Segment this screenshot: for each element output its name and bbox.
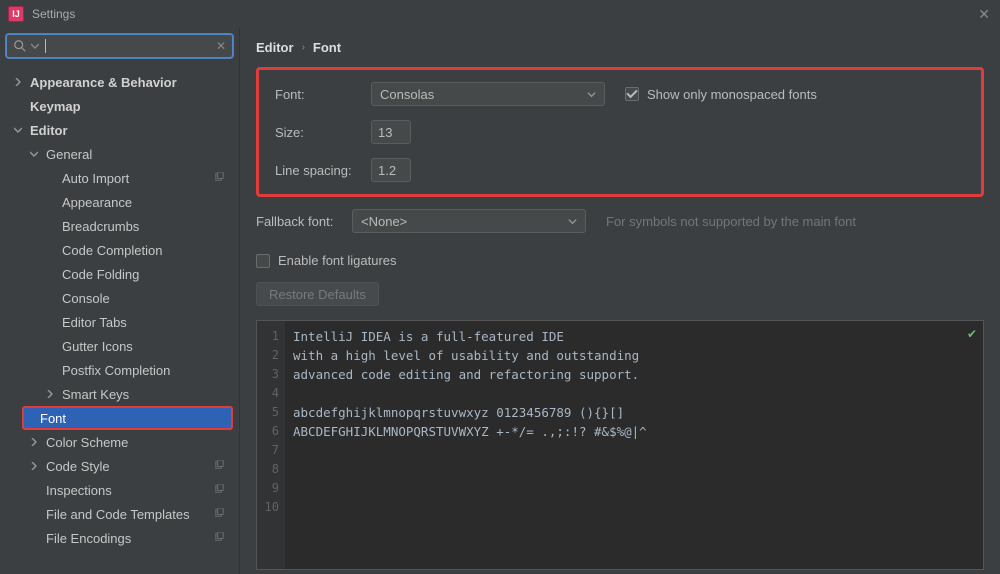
sidebar-item-label: Code Style	[46, 459, 110, 474]
restore-defaults-button[interactable]: Restore Defaults	[256, 282, 379, 306]
sidebar-item-appearance[interactable]: Appearance	[0, 190, 239, 214]
preview-code: IntelliJ IDEA is a full-featured IDEwith…	[285, 321, 983, 569]
inspection-ok-icon: ✔	[967, 327, 977, 341]
sidebar-item-label: Code Completion	[62, 243, 162, 258]
sidebar-item-appearance-behavior[interactable]: Appearance & Behavior	[0, 70, 239, 94]
sidebar-item-code-style[interactable]: Code Style	[0, 454, 239, 478]
enable-ligatures-label: Enable font ligatures	[278, 253, 397, 268]
settings-tree: Appearance & Behavior Keymap Editor General…	[0, 66, 239, 574]
search-input[interactable]: ✕	[6, 34, 233, 58]
enable-ligatures-checkbox[interactable]	[256, 254, 270, 268]
breadcrumb-current: Font	[313, 40, 341, 55]
font-select-value: Consolas	[380, 87, 434, 102]
copy-icon[interactable]	[214, 531, 225, 546]
sidebar-item-label: File and Code Templates	[46, 507, 190, 522]
chevron-down-icon[interactable]	[14, 126, 24, 134]
sidebar-item-label: Appearance	[62, 195, 132, 210]
show-only-monospaced-label: Show only monospaced fonts	[647, 87, 817, 102]
font-select[interactable]: Consolas	[371, 82, 605, 106]
chevron-right-icon[interactable]	[30, 438, 40, 446]
sidebar-item-console[interactable]: Console	[0, 286, 239, 310]
chevron-down-icon	[568, 214, 577, 229]
sidebar-item-label: Keymap	[30, 99, 81, 114]
app-icon: IJ	[8, 6, 24, 22]
search-icon	[13, 39, 27, 53]
sidebar-item-label: Postfix Completion	[62, 363, 170, 378]
fallback-font-hint: For symbols not supported by the main fo…	[606, 214, 856, 229]
sidebar-item-label: Auto Import	[62, 171, 129, 186]
chevron-down-icon	[31, 42, 39, 50]
sidebar-item-label: Appearance & Behavior	[30, 75, 177, 90]
fallback-font-label: Fallback font:	[256, 214, 352, 229]
chevron-down-icon[interactable]	[30, 150, 40, 158]
sidebar-item-label: Smart Keys	[62, 387, 129, 402]
sidebar: ✕ Appearance & Behavior Keymap Editor Gener…	[0, 28, 240, 574]
copy-icon[interactable]	[214, 507, 225, 522]
sidebar-item-label: Gutter Icons	[62, 339, 133, 354]
clear-search-icon[interactable]: ✕	[216, 39, 226, 53]
fallback-font-select[interactable]: <None>	[352, 209, 586, 233]
line-spacing-input[interactable]: 1.2	[371, 158, 411, 182]
sidebar-item-keymap[interactable]: Keymap	[0, 94, 239, 118]
sidebar-item-font[interactable]: Font	[22, 406, 233, 430]
size-label: Size:	[275, 125, 371, 140]
chevron-right-icon[interactable]	[14, 78, 24, 86]
sidebar-item-label: Breadcrumbs	[62, 219, 139, 234]
sidebar-item-label: Editor Tabs	[62, 315, 127, 330]
fallback-font-value: <None>	[361, 214, 407, 229]
breadcrumb-separator: ›	[302, 42, 305, 53]
sidebar-item-editor[interactable]: Editor	[0, 118, 239, 142]
title-bar: IJ Settings ✕	[0, 0, 1000, 28]
sidebar-item-label: Editor	[30, 123, 68, 138]
sidebar-item-label: Console	[62, 291, 110, 306]
sidebar-item-postfix-completion[interactable]: Postfix Completion	[0, 358, 239, 382]
sidebar-item-smart-keys[interactable]: Smart Keys	[0, 382, 239, 406]
size-input[interactable]: 13	[371, 120, 411, 144]
show-only-monospaced-checkbox[interactable]	[625, 87, 639, 101]
sidebar-item-file-encodings[interactable]: File Encodings	[0, 526, 239, 550]
sidebar-item-code-completion[interactable]: Code Completion	[0, 238, 239, 262]
sidebar-item-breadcrumbs[interactable]: Breadcrumbs	[0, 214, 239, 238]
close-icon[interactable]: ✕	[978, 6, 990, 23]
sidebar-item-file-and-code-templates[interactable]: File and Code Templates	[0, 502, 239, 526]
sidebar-item-label: Color Scheme	[46, 435, 128, 450]
chevron-right-icon[interactable]	[46, 390, 56, 398]
sidebar-item-auto-import[interactable]: Auto Import	[0, 166, 239, 190]
content-pane: Editor › Font Font: Consolas Show only m…	[240, 28, 1000, 574]
line-spacing-label: Line spacing:	[275, 163, 371, 178]
copy-icon[interactable]	[214, 483, 225, 498]
sidebar-item-color-scheme[interactable]: Color Scheme	[0, 430, 239, 454]
font-settings-group: Font: Consolas Show only monospaced font…	[256, 67, 984, 197]
sidebar-item-code-folding[interactable]: Code Folding	[0, 262, 239, 286]
sidebar-item-inspections[interactable]: Inspections	[0, 478, 239, 502]
font-label: Font:	[275, 87, 371, 102]
copy-icon[interactable]	[214, 171, 225, 186]
sidebar-item-label: General	[46, 147, 92, 162]
sidebar-item-label: Code Folding	[62, 267, 139, 282]
window-title: Settings	[32, 7, 75, 21]
chevron-down-icon	[587, 87, 596, 102]
breadcrumb-parent[interactable]: Editor	[256, 40, 294, 55]
sidebar-item-gutter-icons[interactable]: Gutter Icons	[0, 334, 239, 358]
font-preview: 12345678910 IntelliJ IDEA is a full-feat…	[256, 320, 984, 570]
sidebar-item-label: Font	[40, 411, 66, 426]
sidebar-item-editor-tabs[interactable]: Editor Tabs	[0, 310, 239, 334]
text-cursor	[45, 39, 46, 53]
sidebar-item-general[interactable]: General	[0, 142, 239, 166]
breadcrumb: Editor › Font	[256, 36, 984, 67]
chevron-right-icon[interactable]	[30, 462, 40, 470]
copy-icon[interactable]	[214, 459, 225, 474]
sidebar-item-label: File Encodings	[46, 531, 131, 546]
sidebar-item-label: Inspections	[46, 483, 112, 498]
preview-gutter: 12345678910	[257, 321, 285, 569]
